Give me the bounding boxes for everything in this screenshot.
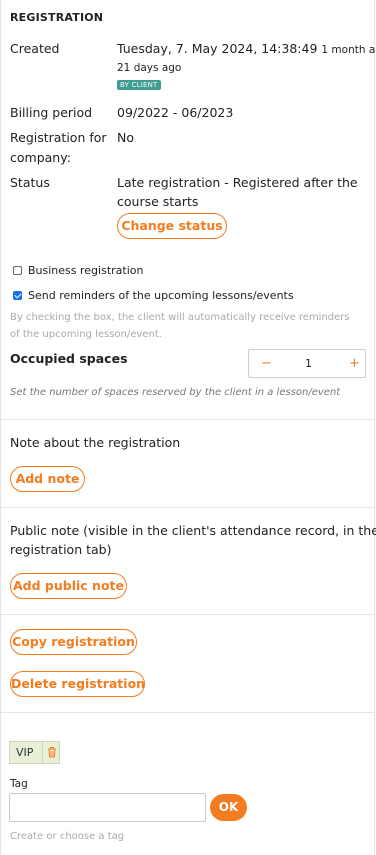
tag-chip: VIP bbox=[9, 741, 60, 764]
occupied-spaces-label: Occupied spaces bbox=[10, 351, 128, 366]
business-registration-checkbox[interactable] bbox=[13, 266, 22, 275]
business-registration-label: Business registration bbox=[28, 264, 144, 277]
status-label: Status bbox=[10, 175, 50, 190]
tag-hint: Create or choose a tag bbox=[10, 831, 125, 842]
send-reminders-label: Send reminders of the upcoming lessons/e… bbox=[28, 289, 294, 302]
billing-period-label: Billing period bbox=[10, 105, 93, 120]
billing-period-value: 09/2022 - 06/2023 bbox=[117, 105, 234, 120]
reminders-hint-line1: By checking the box, the client will aut… bbox=[10, 312, 350, 323]
status-value-line1: Late registration - Registered after the bbox=[117, 175, 358, 190]
created-relative-b: 21 days ago bbox=[117, 62, 182, 74]
company-value: No bbox=[117, 130, 134, 145]
divider bbox=[1, 419, 375, 420]
reminders-hint-line2: of the upcoming lesson/event. bbox=[10, 329, 162, 340]
decrement-button[interactable]: − bbox=[261, 356, 272, 371]
tag-chip-label: VIP bbox=[16, 746, 34, 759]
public-note-label-line1: Public note (visible in the client's att… bbox=[10, 523, 376, 538]
public-note-label-line2: registration tab) bbox=[10, 542, 112, 557]
increment-button[interactable]: + bbox=[349, 356, 360, 371]
divider bbox=[1, 712, 375, 713]
status-value-line2: course starts bbox=[117, 194, 199, 209]
registration-panel: REGISTRATION Created Tuesday, 7. May 202… bbox=[0, 0, 376, 855]
add-public-note-button[interactable]: Add public note bbox=[10, 573, 127, 599]
created-value: Tuesday, 7. May 2024, 14:38:49 1 month a… bbox=[117, 41, 376, 56]
occupied-spaces-hint: Set the number of spaces reserved by the… bbox=[10, 387, 341, 398]
created-relative-a: 1 month and bbox=[321, 44, 376, 56]
company-label-line1: Registration for bbox=[10, 130, 107, 145]
ok-button[interactable]: OK bbox=[210, 794, 247, 821]
created-label: Created bbox=[10, 41, 60, 56]
occupied-spaces-stepper: − 1 + bbox=[248, 349, 366, 378]
tag-input[interactable] bbox=[9, 793, 206, 822]
divider bbox=[1, 614, 375, 615]
occupied-spaces-value[interactable]: 1 bbox=[305, 357, 312, 370]
section-title: REGISTRATION bbox=[10, 11, 104, 24]
divider bbox=[1, 507, 375, 508]
send-reminders-checkbox[interactable] bbox=[13, 291, 22, 300]
trash-icon[interactable] bbox=[42, 742, 61, 763]
company-label-line2: company: bbox=[10, 150, 71, 165]
tag-field-label: Tag bbox=[10, 778, 28, 790]
change-status-button[interactable]: Change status bbox=[117, 213, 227, 239]
copy-registration-button[interactable]: Copy registration bbox=[10, 629, 137, 655]
created-datetime: Tuesday, 7. May 2024, 14:38:49 bbox=[117, 41, 318, 56]
note-label: Note about the registration bbox=[10, 435, 181, 450]
add-note-button[interactable]: Add note bbox=[10, 466, 85, 492]
created-by-badge: BY CLIENT bbox=[117, 80, 161, 90]
delete-registration-button[interactable]: Delete registration bbox=[10, 671, 145, 697]
